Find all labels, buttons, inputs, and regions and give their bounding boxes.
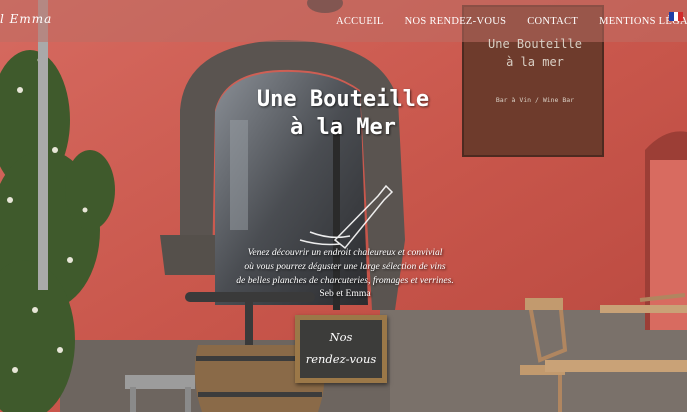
chalkboard-line2: rendez-vous <box>305 352 377 366</box>
hero-title-line1: Une Bouteille <box>256 87 430 112</box>
nav-item-accueil[interactable]: ACCUEIL <box>336 16 384 27</box>
hero-title-line2: à la Mer <box>290 115 396 140</box>
hero-title: Une Bouteille à la Mer <box>238 86 448 142</box>
flag-fr-icon[interactable] <box>669 12 683 21</box>
hero-signature: Seb et Emma <box>319 288 371 299</box>
rendez-vous-chalkboard-button[interactable]: Nos rendez-vous <box>295 315 387 383</box>
intro-line3: de belles planches de charcuteries, from… <box>236 275 454 286</box>
intro-line1: Venez découvrir un endroit chaleureux et… <box>247 247 443 258</box>
wall-sign-title: Une Bouteille à la mer <box>470 35 600 71</box>
wall-sign-line1: Une Bouteille <box>488 37 582 51</box>
nav-item-nos-rendez-vous[interactable]: NOS RENDEZ-VOUS <box>405 16 507 27</box>
main-menu: ACCUEIL NOS RENDEZ-VOUS CONTACT MENTIONS… <box>336 16 687 27</box>
chalkboard-line1: Nos <box>329 330 353 344</box>
hero-intro: Venez découvrir un endroit chaleureux et… <box>222 246 468 288</box>
intro-line2: où vous pourrez déguster une large sélec… <box>244 261 446 272</box>
wall-sign-subtitle: Bar à Vin / Wine Bar <box>495 96 575 104</box>
site-brand[interactable]: l Emma <box>0 12 52 26</box>
nav-item-contact[interactable]: CONTACT <box>527 16 578 27</box>
wall-sign-line2: à la mer <box>506 55 564 69</box>
